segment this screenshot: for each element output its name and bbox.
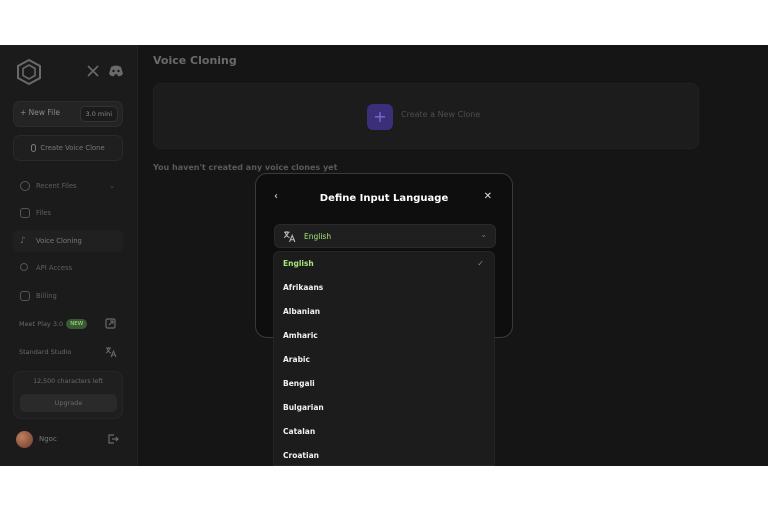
sidebar-item-label: Files [36, 209, 51, 217]
sidebar-item-label: Billing [36, 292, 57, 300]
meet-play-row[interactable]: Meet Play 3.0 NEW [13, 313, 123, 335]
close-icon[interactable]: ✕ [484, 191, 492, 202]
sidebar-item-voice-cloning[interactable]: ♪ Voice Cloning [13, 230, 123, 252]
credits-card: 12,500 characters left Upgrade [13, 371, 123, 419]
language-option[interactable]: Croatian [274, 444, 494, 465]
create-clone-label: Create a New Clone [401, 110, 481, 119]
microphone-icon [31, 144, 37, 152]
new-file-button-group: + New File 3.0 mini [13, 101, 123, 127]
plus-icon: + [367, 104, 393, 130]
key-icon [20, 263, 28, 271]
standard-studio-row[interactable]: Standard Studio [13, 341, 123, 363]
upgrade-button[interactable]: Upgrade [20, 394, 117, 412]
create-voice-clone-button[interactable]: Create Voice Clone [13, 135, 123, 161]
empty-state-message: You haven't created any voice clones yet [153, 163, 338, 172]
language-option-label: Bengali [283, 379, 315, 388]
create-voice-clone-label: Create Voice Clone [40, 144, 105, 152]
language-select[interactable]: English ⌄ [274, 224, 496, 248]
folder-icon [20, 208, 30, 218]
page-title: Voice Cloning [153, 54, 237, 67]
selected-language: English [304, 232, 332, 241]
translate-icon [283, 230, 296, 243]
standard-studio-label: Standard Studio [19, 348, 72, 356]
language-option[interactable]: Bulgarian [274, 396, 494, 420]
sidebar-item-label: Voice Cloning [36, 237, 82, 245]
language-option-label: Afrikaans [283, 283, 324, 292]
chevron-down-icon: ⌄ [109, 182, 115, 190]
language-option-label: Catalan [283, 427, 316, 436]
logout-icon[interactable] [107, 433, 119, 445]
language-option[interactable]: English ✓ [274, 252, 494, 276]
logo-icon[interactable] [16, 59, 42, 85]
language-option-label: Amharic [283, 331, 318, 340]
clock-icon [20, 181, 30, 191]
create-clone-card[interactable]: + Create a New Clone [153, 83, 699, 149]
user-row: Ngoc [13, 427, 123, 453]
discord-icon[interactable] [108, 64, 124, 80]
language-option[interactable]: Albanian [274, 300, 494, 324]
sidebar-item-label: API Access [36, 264, 73, 272]
external-link-icon[interactable] [105, 318, 117, 330]
language-option[interactable]: Amharic [274, 324, 494, 348]
language-option[interactable]: Afrikaans [274, 276, 494, 300]
sidebar-item-files[interactable]: Files [13, 202, 123, 224]
language-option[interactable]: Bengali [274, 372, 494, 396]
new-file-button[interactable]: + New File [20, 108, 60, 117]
language-option-label: Croatian [283, 451, 319, 460]
sidebar: + New File 3.0 mini Create Voice Clone R… [0, 45, 138, 466]
language-option-label: Albanian [283, 307, 321, 316]
check-icon: ✓ [477, 259, 484, 268]
language-option-label: English [283, 259, 314, 268]
meet-play-label: Meet Play 3.0 [19, 320, 64, 328]
sidebar-item-api-access[interactable]: API Access [13, 257, 123, 279]
username: Ngoc [39, 435, 57, 443]
language-option-label: Arabic [283, 355, 310, 364]
chevron-down-icon: ⌄ [480, 230, 487, 239]
sidebar-item-label: Recent Files [36, 182, 77, 190]
model-version-select[interactable]: 3.0 mini [79, 106, 118, 122]
app-window: + New File 3.0 mini Create Voice Clone R… [0, 45, 768, 466]
characters-left: 12,500 characters left [33, 378, 103, 385]
language-option-label: Bulgarian [283, 403, 324, 412]
language-option[interactable]: Arabic [274, 348, 494, 372]
x-twitter-icon[interactable] [86, 64, 102, 80]
avatar[interactable] [16, 431, 33, 448]
modal-title: Define Input Language [319, 193, 449, 204]
translate-icon[interactable] [105, 346, 117, 358]
sidebar-item-recent-files[interactable]: Recent Files ⌄ [13, 175, 123, 197]
new-badge: NEW [66, 319, 88, 329]
card-icon [20, 291, 30, 301]
sidebar-item-billing[interactable]: Billing [13, 285, 123, 307]
language-option[interactable]: Catalan [274, 420, 494, 444]
voice-icon: ♪ [20, 236, 26, 246]
language-dropdown: English ✓ Afrikaans Albanian Amharic Arabic Be… [273, 251, 495, 466]
